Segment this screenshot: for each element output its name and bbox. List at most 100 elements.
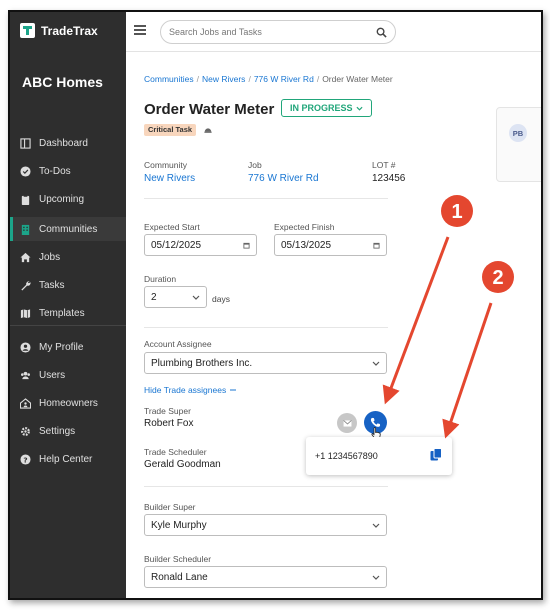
builder-super-select[interactable]: Kyle Murphy (144, 514, 387, 536)
chevron-down-icon (372, 361, 380, 366)
sidebar-item-label: Dashboard (39, 137, 88, 149)
trade-scheduler-label: Trade Scheduler (144, 447, 207, 457)
sidebar-item-tasks[interactable]: Tasks (10, 273, 126, 297)
breadcrumb-communities[interactable]: Communities (144, 74, 194, 84)
avatar: PB (509, 124, 527, 142)
search-box[interactable] (160, 20, 396, 44)
expected-finish-label: Expected Finish (274, 222, 335, 232)
logo[interactable]: TradeTrax (20, 23, 98, 38)
phone-number: +1 1234567890 (315, 451, 378, 461)
sidebar-item-settings[interactable]: Settings (10, 419, 126, 443)
sidebar-item-to-dos[interactable]: To-Dos (10, 159, 126, 183)
sidebar-item-label: Settings (39, 425, 76, 437)
map-icon (20, 308, 31, 318)
copy-icon[interactable] (430, 448, 442, 461)
expected-start-label: Expected Start (144, 222, 200, 232)
dashboard-icon (20, 137, 31, 149)
sidebar-item-jobs[interactable]: Jobs (10, 245, 126, 269)
expected-finish-field[interactable]: 05/13/2025 (274, 234, 387, 256)
calendar-icon[interactable] (243, 242, 250, 249)
breadcrumb-community[interactable]: New Rivers (202, 74, 245, 84)
sidebar-divider (10, 325, 126, 326)
account-assignee-label: Account Assignee (144, 339, 212, 349)
breadcrumb: Communities / New Rivers/776 W River Rd / Or… (144, 74, 393, 84)
svg-text:?: ? (23, 455, 27, 464)
lot-label: LOT # (372, 160, 396, 170)
phone-popover: +1 1234567890 (306, 437, 452, 475)
sidebar-item-communities[interactable]: Communities (10, 217, 126, 241)
building-icon (21, 224, 30, 235)
sidebar-item-label: Tasks (39, 279, 65, 291)
sidebar-item-dashboard[interactable]: Dashboard (10, 131, 126, 155)
account-assignee-value: Plumbing Brothers Inc. (151, 357, 253, 369)
duration-label: Duration (144, 274, 177, 284)
top-bar (126, 12, 541, 52)
duration-unit: days (212, 294, 230, 304)
sidebar-item-label: My Profile (39, 341, 84, 353)
email-button[interactable] (337, 413, 357, 433)
calendar-icon[interactable] (373, 242, 380, 249)
chevron-down-icon (372, 523, 380, 528)
community-link[interactable]: New Rivers (144, 173, 195, 184)
duration-select[interactable]: 2 (144, 286, 207, 308)
chevron-down-icon (372, 575, 380, 580)
question-circle-icon: ? (20, 453, 31, 465)
expected-start-value: 05/12/2025 (151, 239, 202, 251)
divider (144, 198, 388, 199)
trade-super-name: Robert Fox (144, 418, 194, 429)
sidebar-item-label: Communities (39, 223, 98, 235)
breadcrumb-job[interactable]: 776 W River Rd (254, 74, 314, 84)
user-circle-icon (20, 341, 31, 353)
sidebar-item-label: Homeowners (39, 397, 98, 409)
house-user-icon (20, 397, 31, 409)
clipboard-icon (21, 194, 30, 205)
critical-task-badge: Critical Task (144, 124, 197, 136)
lot-value: 123456 (372, 173, 406, 184)
wrench-icon (21, 280, 31, 291)
search-icon[interactable] (376, 27, 387, 38)
chevron-down-icon (192, 295, 200, 300)
sidebar-item-label: Jobs (39, 251, 61, 263)
breadcrumb-current: Order Water Meter (322, 74, 393, 84)
sidebar-item-label: Help Center (39, 453, 93, 465)
job-link[interactable]: 776 W River Rd (248, 173, 319, 184)
sidebar-item-users[interactable]: Users (10, 363, 126, 387)
sidebar-item-homeowners[interactable]: Homeowners (10, 391, 126, 415)
search-input[interactable] (169, 27, 376, 37)
hide-trade-assignees-label: Hide Trade assignees (144, 385, 227, 395)
job-label: Job (248, 160, 262, 170)
main-content: Communities / New Rivers/776 W River Rd / Or… (126, 52, 541, 598)
trade-scheduler-name: Gerald Goodman (144, 459, 221, 470)
minus-icon (230, 389, 237, 391)
expected-start-field[interactable]: 05/12/2025 (144, 234, 257, 256)
app-window: TradeTrax ABC Homes Dashboard To-Dos Upc… (8, 10, 543, 600)
sidebar-item-upcoming[interactable]: Upcoming (10, 187, 126, 211)
menu-icon[interactable] (134, 25, 146, 35)
expected-finish-value: 05/13/2025 (281, 239, 332, 251)
sidebar-item-label: Users (39, 369, 66, 381)
page-title: Order Water Meter (144, 101, 275, 118)
sidebar-item-my-profile[interactable]: My Profile (10, 335, 126, 359)
envelope-icon (342, 419, 352, 427)
hide-trade-assignees-link[interactable]: Hide Trade assignees (144, 385, 237, 395)
chevron-down-icon (355, 106, 363, 111)
status-dropdown[interactable]: IN PROGRESS (281, 99, 372, 117)
sidebar: TradeTrax ABC Homes Dashboard To-Dos Upc… (10, 12, 126, 598)
builder-super-label: Builder Super (144, 502, 196, 512)
sidebar-item-label: Upcoming (39, 193, 85, 205)
sidebar-item-templates[interactable]: Templates (10, 301, 126, 325)
trade-super-label: Trade Super (144, 406, 191, 416)
sidebar-item-label: Templates (39, 307, 85, 319)
account-assignee-select[interactable]: Plumbing Brothers Inc. (144, 352, 387, 374)
builder-scheduler-select[interactable]: Ronald Lane (144, 566, 387, 588)
users-icon (21, 371, 30, 379)
gear-icon (21, 426, 30, 436)
hard-hat-icon (204, 128, 212, 133)
sidebar-item-label: To-Dos (39, 165, 71, 177)
assignee-card: PB (496, 107, 541, 182)
sidebar-item-help-center[interactable]: ? Help Center (10, 447, 126, 471)
tradetrax-logo-icon (20, 23, 35, 38)
home-icon (20, 252, 31, 262)
community-label: Community (144, 160, 187, 170)
builder-scheduler-label: Builder Scheduler (144, 554, 212, 564)
